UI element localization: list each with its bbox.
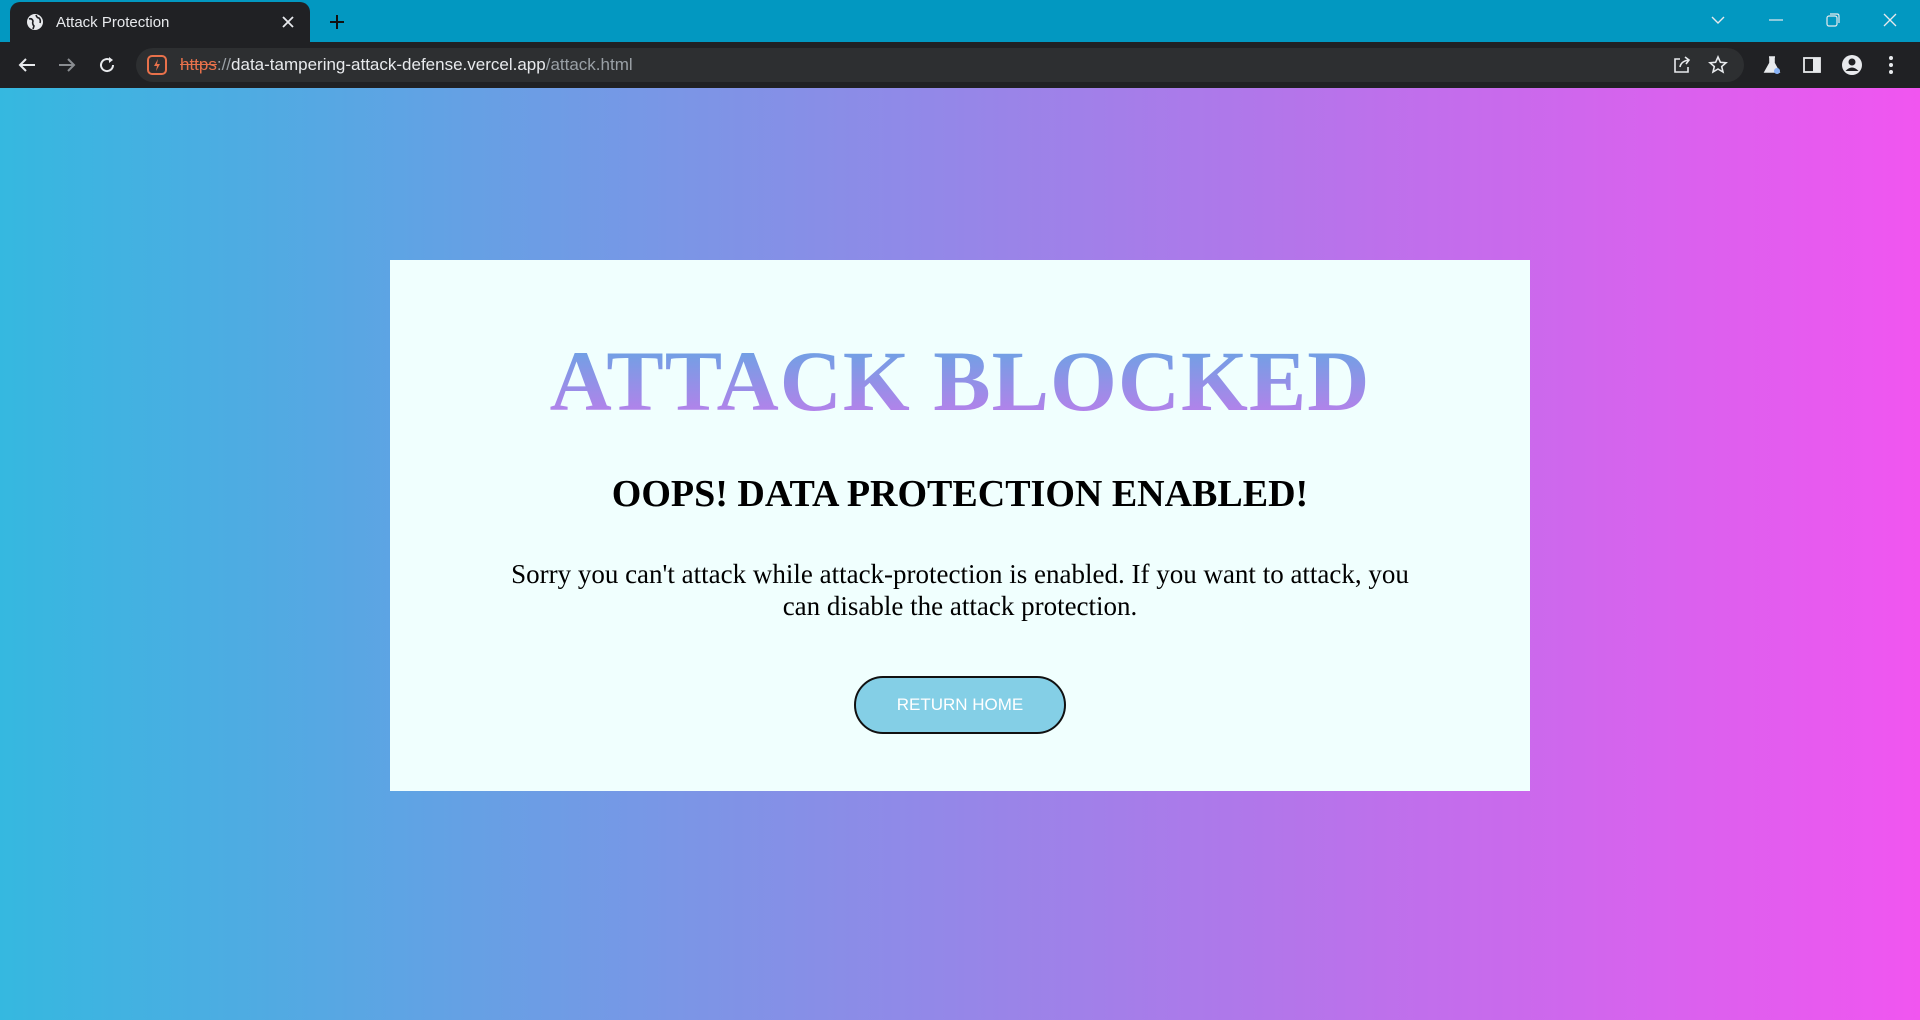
tab-strip: Attack Protection [0, 0, 1920, 42]
bookmark-star-icon[interactable] [1706, 53, 1730, 77]
browser-toolbar: https://data-tampering-attack-defense.ve… [0, 42, 1920, 88]
new-tab-icon[interactable] [324, 9, 350, 35]
reload-icon[interactable] [92, 50, 122, 80]
back-arrow-icon[interactable] [12, 50, 42, 80]
page-title: ATTACK BLOCKED [549, 333, 1371, 429]
close-tab-icon[interactable] [278, 12, 298, 32]
close-window-icon[interactable] [1872, 6, 1908, 34]
globe-icon [26, 13, 44, 31]
address-bar[interactable]: https://data-tampering-attack-defense.ve… [136, 48, 1744, 82]
not-secure-icon[interactable] [146, 54, 168, 76]
more-menu-icon[interactable] [1876, 50, 1906, 80]
url-text[interactable]: https://data-tampering-attack-defense.ve… [180, 55, 633, 75]
tab-search-icon[interactable] [1700, 6, 1736, 34]
tab-title: Attack Protection [56, 13, 170, 31]
attack-blocked-card: ATTACK BLOCKED OOPS! DATA PROTECTION ENA… [390, 260, 1530, 791]
labs-flask-icon[interactable] [1757, 50, 1787, 80]
subheading: OOPS! DATA PROTECTION ENABLED! [611, 473, 1309, 515]
side-panel-icon[interactable] [1797, 50, 1827, 80]
minimize-icon[interactable] [1758, 6, 1794, 34]
return-home-button[interactable]: RETURN HOME [854, 676, 1066, 734]
page-viewport: ATTACK BLOCKED OOPS! DATA PROTECTION ENA… [0, 88, 1920, 1020]
restore-icon[interactable] [1815, 6, 1851, 34]
message-text: Sorry you can't attack while attack-prot… [511, 559, 1409, 621]
share-icon[interactable] [1670, 53, 1694, 77]
profile-avatar-icon[interactable] [1837, 50, 1867, 80]
browser-tab[interactable]: Attack Protection [10, 2, 310, 42]
forward-arrow-icon[interactable] [52, 50, 82, 80]
